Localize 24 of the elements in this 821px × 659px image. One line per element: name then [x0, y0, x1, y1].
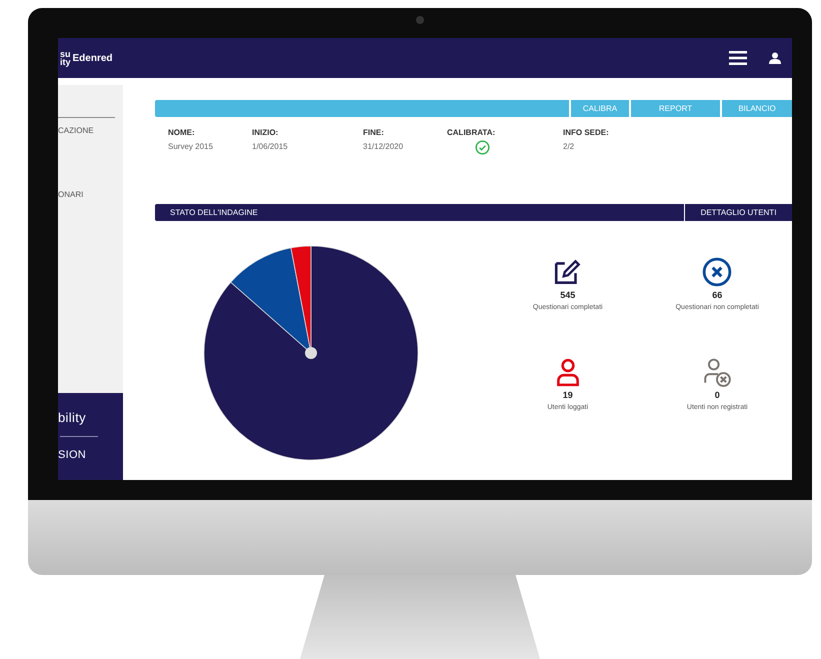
field-label: INIZIO:: [252, 128, 280, 138]
brand-logo: Edenred: [72, 52, 113, 66]
brand-text: bility: [58, 411, 87, 424]
sidebar-item[interactable]: ONARI: [58, 191, 123, 199]
section-title: STATO DELL'INDAGINE: [169, 206, 259, 218]
sidebar-footer-text: SION: [58, 450, 87, 461]
field-value: 2/2: [563, 142, 576, 152]
field-label: NOME:: [168, 128, 196, 138]
field-value: 31/12/2020: [363, 142, 404, 152]
user-icon[interactable]: [769, 52, 781, 64]
user-details-button[interactable]: DETTAGLIO UTENTI: [684, 204, 792, 221]
field-value: Survey 2015: [168, 142, 214, 152]
stat-value: 0: [714, 391, 720, 400]
sidebar-item[interactable]: CAZIONE: [58, 127, 123, 135]
field-value: 1/06/2015: [252, 142, 289, 152]
logo-text: ity: [60, 58, 71, 66]
field-label: FINE:: [363, 128, 385, 138]
field-label: INFO SEDE:: [563, 128, 610, 138]
stat-value: 66: [712, 291, 722, 300]
stat-value: 545: [560, 291, 576, 300]
stat-value: 19: [562, 391, 573, 400]
logo-text: su: [60, 50, 71, 58]
field-label: CALIBRATA:: [447, 128, 496, 138]
menu-icon[interactable]: [729, 51, 747, 65]
